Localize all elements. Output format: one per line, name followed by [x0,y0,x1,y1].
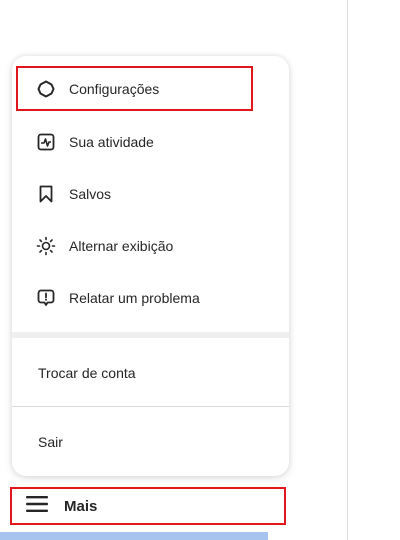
more-options-menu: Configurações Sua atividade Salvos Alter… [12,56,289,476]
menu-item-report-problem[interactable]: Relatar um problema [12,275,289,321]
sun-icon [36,236,56,256]
activity-chart-icon [36,132,56,152]
menu-item-toggle-appearance[interactable]: Alternar exibição [12,223,289,269]
menu-item-settings[interactable]: Configurações [12,66,289,112]
menu-item-label: Salvos [69,186,112,202]
bookmark-icon [36,184,56,204]
menu-item-label: Alternar exibição [69,238,174,254]
report-problem-icon [36,288,56,308]
switch-account-button[interactable]: Trocar de conta [12,339,289,407]
selection-strip [0,532,268,540]
right-divider [347,0,348,540]
hamburger-menu-icon [26,495,48,518]
divider [12,406,289,407]
menu-item-saved[interactable]: Salvos [12,171,289,217]
section-divider [12,332,289,338]
settings-gear-icon [36,79,56,99]
more-label: Mais [64,497,98,515]
menu-item-activity[interactable]: Sua atividade [12,119,289,165]
menu-item-label: Configurações [69,81,160,97]
menu-item-label: Sua atividade [69,134,154,150]
logout-button[interactable]: Sair [12,408,289,476]
menu-item-label: Relatar um problema [69,290,200,306]
switch-account-label: Trocar de conta [38,365,136,381]
logout-label: Sair [38,434,63,450]
more-button[interactable]: Mais [10,488,286,524]
